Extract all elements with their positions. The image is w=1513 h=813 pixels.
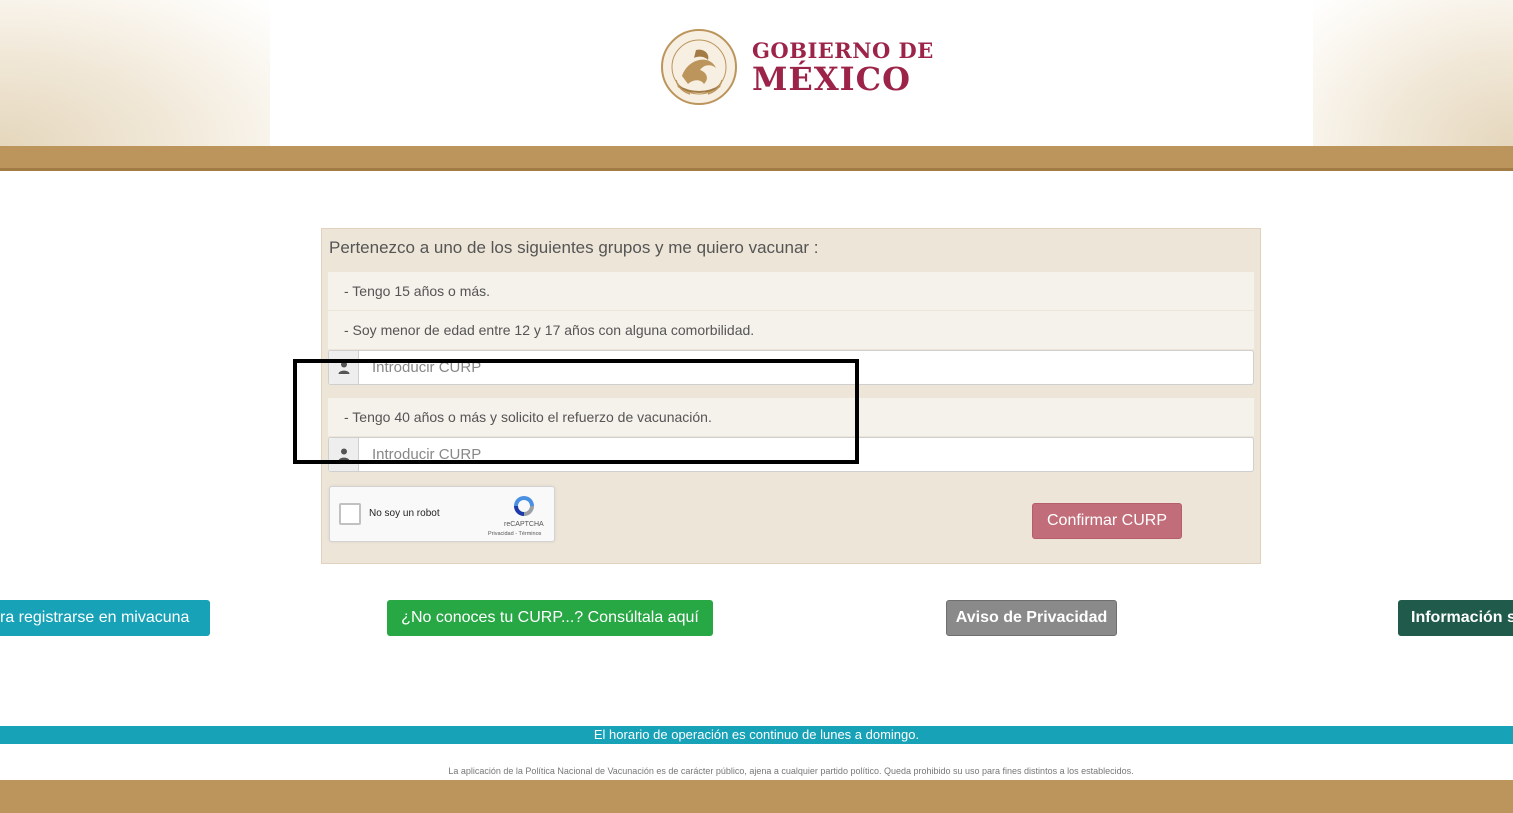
register-mivacuna-button[interactable]: ra registrarse en mivacuna [0,600,210,636]
header-decoration-left [0,0,270,146]
group-option-15-plus: - Tengo 15 años o más. [328,272,1254,310]
page: GOBIERNO DE MÉXICO Pertenezco a uno de l… [0,0,1513,813]
curp-lookup-button[interactable]: ¿No conoces tu CURP...? Consúltala aquí [387,600,713,636]
footer-disclaimer: La aplicación de la Política Nacional de… [448,766,1134,776]
recaptcha-widget: No soy un robot reCAPTCHA Privacidad - T… [329,486,555,542]
operating-hours-banner: El horario de operación es continuo de l… [0,726,1513,744]
header-gold-line [0,168,1513,171]
recaptcha-label: No soy un robot [369,508,440,519]
gobierno-de-mexico-logo[interactable]: GOBIERNO DE MÉXICO [660,26,933,108]
logo-text-mexico: MÉXICO [752,60,911,98]
recaptcha-logo-icon [514,496,534,516]
header-decoration-right [1313,0,1513,146]
recaptcha-checkbox[interactable] [339,503,361,525]
highlight-annotation-box [293,359,859,464]
recaptcha-brand: reCAPTCHA [504,521,544,528]
footer-gold-bar [0,780,1513,813]
recaptcha-terms-links[interactable]: Privacidad - Términos [488,531,541,537]
privacy-notice-button[interactable]: Aviso de Privacidad [946,600,1117,636]
header-gold-bar [0,146,1513,168]
coat-of-arms-seal-icon [661,29,737,105]
information-button[interactable]: Información s [1398,600,1513,636]
form-title: Pertenezco a uno de los siguientes grupo… [329,238,819,257]
group-option-minor-comorbidity: - Soy menor de edad entre 12 y 17 años c… [328,311,1254,349]
confirm-curp-button[interactable]: Confirmar CURP [1032,503,1182,539]
site-header: GOBIERNO DE MÉXICO [0,0,1513,146]
